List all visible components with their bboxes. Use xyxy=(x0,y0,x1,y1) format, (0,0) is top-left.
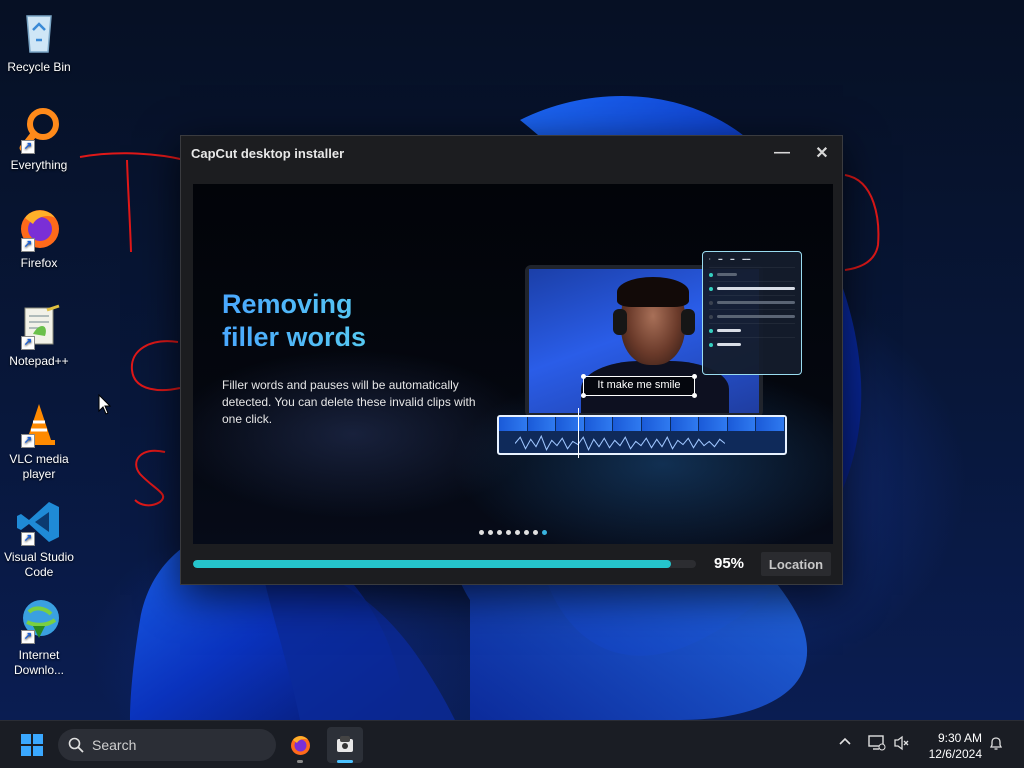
start-button[interactable] xyxy=(20,733,44,757)
pager-dot[interactable] xyxy=(515,530,520,535)
taskbar-app-capcut-installer[interactable] xyxy=(327,727,363,763)
installer-app-icon xyxy=(337,736,353,752)
timeline-illustration xyxy=(497,415,787,455)
desktop-icon-label: Recycle Bin xyxy=(7,60,71,74)
internet-download-manager-icon: ↗ xyxy=(15,596,63,644)
panel-tabs-illustration: • ▬ ▬ ▬▬ xyxy=(709,256,751,261)
caption-overlay: It make me smile xyxy=(581,374,697,398)
audio-waveform-illustration xyxy=(515,434,725,452)
headphone-icon xyxy=(681,309,695,335)
filler-words-panel-illustration: • ▬ ▬ ▬▬ xyxy=(702,251,802,375)
mouse-cursor-icon xyxy=(98,394,112,415)
shortcut-arrow-icon: ↗ xyxy=(21,434,35,448)
feature-slide: Removing filler words Filler words and p… xyxy=(193,184,833,544)
desktop-icon-firefox[interactable]: ↗ Firefox xyxy=(2,204,76,271)
caption-text: It make me smile xyxy=(597,379,681,391)
speaker-muted-icon[interactable] xyxy=(893,735,911,754)
desktop-icon-vscode[interactable]: ↗ Visual Studio Code xyxy=(2,498,76,580)
desktop-icon-internet-download-manager[interactable]: ↗ Internet Downlo... xyxy=(2,596,76,678)
window-titlebar[interactable]: CapCut desktop installer — ✕ xyxy=(181,136,842,170)
pager-dot[interactable] xyxy=(524,530,529,535)
pager-dot[interactable] xyxy=(488,530,493,535)
location-button[interactable]: Location xyxy=(761,552,831,576)
panel-row xyxy=(709,267,795,281)
minimize-button[interactable]: — xyxy=(762,136,802,170)
firefox-icon: ↗ xyxy=(15,204,63,252)
panel-row xyxy=(709,337,795,351)
desktop-icon-vlc[interactable]: ↗ VLC media player xyxy=(2,400,76,482)
capcut-installer-window[interactable]: CapCut desktop installer — ✕ Removing fi… xyxy=(180,135,843,585)
taskbar: Search 9:30 AM 12/6/2024 xyxy=(0,720,1024,768)
firefox-icon xyxy=(291,736,310,755)
shortcut-arrow-icon: ↗ xyxy=(21,532,35,546)
notification-bell-icon[interactable] xyxy=(988,735,1004,754)
windows-logo-icon xyxy=(21,734,43,756)
slide-body-text: Filler words and pauses will be automati… xyxy=(222,378,476,426)
install-progress-fill xyxy=(193,560,671,568)
app-active-indicator xyxy=(337,760,353,763)
panel-row xyxy=(709,281,795,295)
headphone-icon xyxy=(613,309,627,335)
slide-headline-line1: Removing xyxy=(222,289,353,319)
desktop-icon-label: Everything xyxy=(10,158,68,172)
install-progress-bar xyxy=(193,560,696,568)
clock-date: 12/6/2024 xyxy=(928,747,982,761)
taskbar-app-firefox[interactable] xyxy=(282,727,318,763)
playhead-illustration xyxy=(578,408,579,458)
close-button[interactable]: ✕ xyxy=(802,136,842,170)
pager-dot[interactable] xyxy=(533,530,538,535)
pager-dot[interactable] xyxy=(542,530,547,535)
app-running-indicator xyxy=(297,760,303,763)
desktop-icon-label: Firefox xyxy=(20,256,58,270)
desktop-icon-notepad-plus-plus[interactable]: ↗ Notepad++ xyxy=(2,302,76,369)
window-title: CapCut desktop installer xyxy=(191,145,345,161)
minimize-icon: — xyxy=(774,144,790,161)
shortcut-arrow-icon: ↗ xyxy=(21,336,35,350)
clock-time: 9:30 AM xyxy=(937,731,982,745)
pager-dot[interactable] xyxy=(497,530,502,535)
vscode-icon: ↗ xyxy=(15,498,63,546)
notepad-plus-plus-icon: ↗ xyxy=(15,302,63,350)
everything-search-icon: ↗ xyxy=(15,106,63,154)
vlc-cone-icon: ↗ xyxy=(15,400,63,448)
desktop-icon-recycle-bin[interactable]: Recycle Bin xyxy=(2,8,76,75)
panel-row xyxy=(709,295,795,309)
install-progress-percent: 95% xyxy=(714,555,745,572)
desktop-icon-label: VLC media player xyxy=(9,452,69,481)
recycle-bin-icon xyxy=(15,8,63,56)
slide-pager xyxy=(479,530,547,535)
taskbar-clock[interactable]: 9:30 AM 12/6/2024 xyxy=(920,730,982,762)
slide-headline-line2: filler words xyxy=(222,322,367,352)
desktop-icon-label: Internet Downlo... xyxy=(13,648,65,677)
panel-row xyxy=(709,323,795,337)
show-hidden-icons-chevron-icon[interactable] xyxy=(838,735,852,752)
taskbar-search-box[interactable]: Search xyxy=(58,729,276,761)
desktop-icon-label: Notepad++ xyxy=(9,354,69,368)
desktop-icon-everything[interactable]: ↗ Everything xyxy=(2,106,76,173)
shortcut-arrow-icon: ↗ xyxy=(21,238,35,252)
pager-dot[interactable] xyxy=(506,530,511,535)
search-placeholder: Search xyxy=(92,737,137,753)
desktop-icon-label: Visual Studio Code xyxy=(4,550,74,579)
pager-dot[interactable] xyxy=(479,530,484,535)
person-hair-illustration xyxy=(617,277,689,307)
shortcut-arrow-icon: ↗ xyxy=(21,630,35,644)
shortcut-arrow-icon: ↗ xyxy=(21,140,35,154)
close-icon: ✕ xyxy=(815,145,829,162)
search-icon xyxy=(68,737,84,753)
network-icon[interactable] xyxy=(868,735,886,754)
slide-headline: Removing filler words xyxy=(222,288,472,354)
panel-row xyxy=(709,309,795,323)
